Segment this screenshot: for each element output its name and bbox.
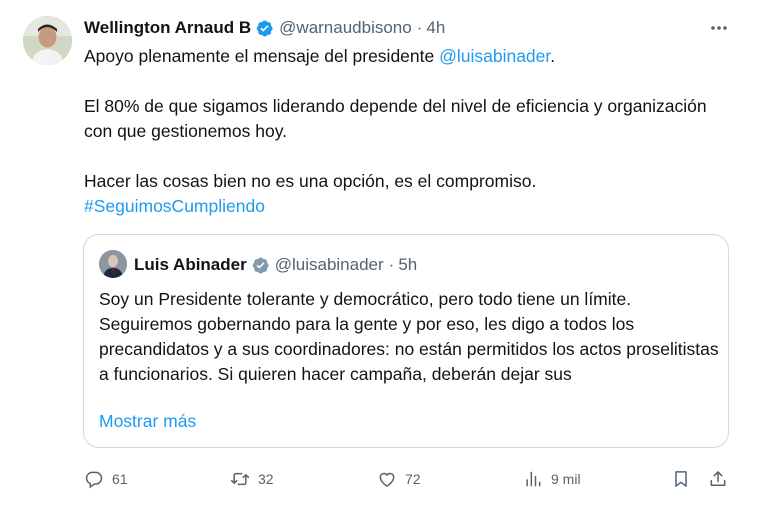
quote-author-handle: @luisabinader <box>274 255 384 274</box>
author-handle[interactable]: @warnaudbisono <box>279 18 412 38</box>
like-count: 72 <box>405 471 421 487</box>
tweet-paragraph-2: El 80% de que sigamos liderando depende … <box>84 96 707 141</box>
verified-icon <box>256 20 273 36</box>
bookmark-button[interactable] <box>671 466 691 492</box>
retweet-button[interactable]: 32 <box>230 466 274 492</box>
hashtag-link[interactable]: #SeguimosCumpliendo <box>84 196 265 216</box>
like-button[interactable]: 72 <box>377 466 421 492</box>
quoted-tweet[interactable]: Luis Abinader @luisabinader · 5h Soy un … <box>83 234 729 448</box>
quote-author-name: Luis Abinader <box>134 255 247 274</box>
tweet-text: Apoyo plenamente el mensaje del presiden… <box>84 44 714 219</box>
author-avatar[interactable] <box>23 16 72 65</box>
tweet-text-suffix: . <box>550 46 556 66</box>
quote-time: 5h <box>398 255 418 274</box>
share-button[interactable] <box>708 466 728 492</box>
tweet-time[interactable]: 4h <box>426 18 445 38</box>
show-more-link[interactable]: Mostrar más <box>99 411 196 432</box>
tweet-paragraph-3: Hacer las cosas bien no es una opción, e… <box>84 171 537 191</box>
tweet-paragraph-1: Apoyo plenamente el mensaje del presiden… <box>84 44 714 69</box>
author-name[interactable]: Wellington Arnaud B <box>84 18 251 38</box>
like-icon <box>379 472 395 487</box>
mention-link[interactable]: @luisabinader <box>439 46 550 66</box>
more-options-button[interactable] <box>706 17 732 39</box>
reply-icon <box>85 471 103 489</box>
reply-count: 61 <box>112 471 128 487</box>
quote-text: Soy un Presidente tolerante y democrátic… <box>99 289 719 384</box>
tweet-text-prefix: Apoyo plenamente el mensaje del presiden… <box>84 46 440 66</box>
retweet-count: 32 <box>258 471 274 487</box>
retweet-icon <box>230 472 250 486</box>
tweet-header: Wellington Arnaud B @warnaudbisono · 4h <box>84 16 445 40</box>
views-button[interactable]: 9 mil <box>523 466 581 492</box>
reply-button[interactable]: 61 <box>84 466 128 492</box>
tweet-actions: 61 32 72 9 mil <box>0 466 762 492</box>
share-icon <box>710 471 726 486</box>
quote-separator: · <box>388 255 395 274</box>
more-icon <box>711 26 727 30</box>
views-count: 9 mil <box>551 471 581 487</box>
verified-gray-icon <box>252 257 269 273</box>
bookmark-icon <box>675 471 687 487</box>
quote-header: Luis Abinader @luisabinader · 5h <box>134 253 417 277</box>
quote-avatar-image <box>99 250 127 278</box>
header-separator: · <box>416 18 423 37</box>
quote-author-avatar <box>99 250 127 278</box>
avatar-image <box>23 16 72 65</box>
views-icon <box>526 471 541 487</box>
